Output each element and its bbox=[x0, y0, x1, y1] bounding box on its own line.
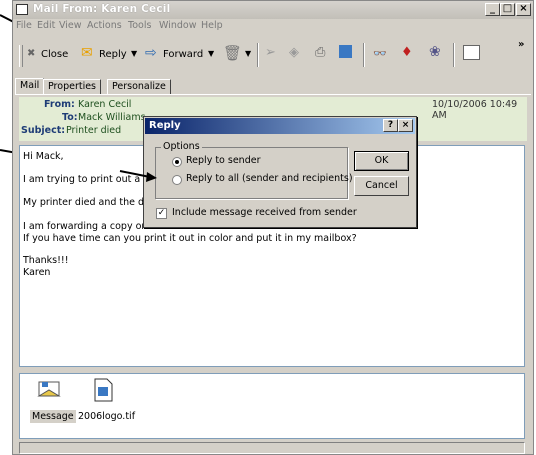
title-bar[interactable]: Mail From: Karen Cecil _ □ × bbox=[13, 1, 533, 19]
delete-dropdown-icon[interactable]: ▼ bbox=[245, 49, 251, 58]
toolbar-overflow-button[interactable]: » bbox=[518, 39, 524, 50]
save-icon[interactable] bbox=[339, 45, 352, 58]
toolbar-separator bbox=[453, 43, 455, 67]
tab-personalize[interactable]: Personalize bbox=[107, 79, 171, 95]
print-icon[interactable]: ⎙ bbox=[315, 45, 325, 60]
dialog-title-bar[interactable]: Reply ? × bbox=[145, 118, 415, 134]
glasses-icon[interactable]: 👓 bbox=[373, 47, 387, 60]
menu-tools[interactable]: Tools bbox=[128, 20, 151, 31]
mail-window-icon bbox=[16, 4, 28, 15]
close-button[interactable]: Close bbox=[41, 49, 68, 60]
body-line: If you have time can you print it out in… bbox=[23, 233, 357, 244]
forward-dropdown-icon[interactable]: ▼ bbox=[208, 49, 214, 58]
subject-label: Subject: bbox=[21, 125, 66, 136]
message-attachment-icon[interactable] bbox=[36, 380, 64, 402]
body-line: Karen bbox=[23, 267, 51, 278]
minimize-button[interactable]: _ bbox=[485, 3, 500, 16]
dialog-close-button[interactable]: × bbox=[398, 119, 413, 132]
from-label: From: bbox=[44, 99, 75, 110]
reply-dialog: Reply ? × Options Reply to sender Reply … bbox=[143, 116, 417, 228]
toolbar-grip bbox=[19, 45, 23, 67]
maximize-button[interactable]: □ bbox=[500, 3, 515, 16]
menu-actions[interactable]: Actions bbox=[87, 20, 122, 31]
window-title: Mail From: Karen Cecil bbox=[33, 3, 171, 15]
tab-mail[interactable]: Mail bbox=[15, 78, 45, 95]
next-message-icon[interactable]: ➢ bbox=[265, 45, 276, 60]
cancel-button[interactable]: Cancel bbox=[354, 176, 409, 196]
radio-selected-dot bbox=[175, 160, 179, 164]
body-line: I am forwarding a copy on t bbox=[23, 221, 155, 232]
status-bar bbox=[19, 442, 525, 454]
menu-file[interactable]: File bbox=[16, 20, 32, 31]
reply-to-all-radio[interactable] bbox=[172, 175, 182, 185]
properties-icon[interactable] bbox=[463, 45, 480, 60]
close-x-icon: ✖ bbox=[27, 48, 36, 59]
user-icon[interactable]: ❀ bbox=[429, 44, 441, 60]
menu-window[interactable]: Window bbox=[159, 20, 196, 31]
subject-value: Printer died bbox=[66, 125, 122, 136]
previous-message-icon[interactable]: ◈ bbox=[289, 45, 299, 60]
menu-help[interactable]: Help bbox=[201, 20, 223, 31]
body-line: Hi Mack, bbox=[23, 151, 64, 162]
menu-edit[interactable]: Edit bbox=[37, 20, 55, 31]
body-line: I am trying to print out a bbox=[23, 174, 144, 185]
logo-attachment[interactable]: 2006logo.tif bbox=[78, 411, 135, 422]
toolbar: ✖ Close ✉ Reply ▼ ⇨ Forward ▼ 🗑 ▼ ➢ ◈ ⎙ … bbox=[13, 35, 533, 73]
delete-icon[interactable]: 🗑 bbox=[223, 44, 242, 62]
close-window-button[interactable]: × bbox=[516, 3, 531, 16]
image-file-icon[interactable] bbox=[92, 378, 114, 402]
message-attachment[interactable]: Message bbox=[30, 410, 76, 423]
from-value: Karen Cecil bbox=[78, 99, 132, 110]
include-message-label[interactable]: Include message received from sender bbox=[172, 207, 357, 218]
attachments-pane: Message 2006logo.tif bbox=[19, 373, 525, 439]
forward-icon: ⇨ bbox=[145, 45, 157, 61]
toolbar-separator bbox=[257, 43, 259, 67]
dialog-title: Reply bbox=[149, 120, 181, 131]
options-group-label: Options bbox=[161, 141, 202, 152]
message-date: 10/10/2006 10:49 AM bbox=[432, 99, 518, 121]
include-message-checkbox[interactable]: ✓ bbox=[156, 208, 167, 219]
tab-properties[interactable]: Properties bbox=[43, 79, 102, 95]
forward-button[interactable]: Forward bbox=[163, 49, 203, 60]
to-label: To: bbox=[62, 112, 78, 123]
reply-icon: ✉ bbox=[81, 45, 93, 61]
body-line: Thanks!!! bbox=[23, 255, 69, 266]
reply-to-sender-radio[interactable] bbox=[172, 157, 182, 167]
menu-view[interactable]: View bbox=[59, 20, 82, 31]
to-value: Mack Williams bbox=[78, 112, 146, 123]
reply-dropdown-icon[interactable]: ▼ bbox=[131, 49, 137, 58]
dialog-help-button[interactable]: ? bbox=[383, 119, 398, 132]
address-book-icon[interactable]: ♦ bbox=[401, 45, 413, 60]
reply-button[interactable]: Reply bbox=[99, 49, 127, 60]
body-line: My printer died and the dep bbox=[23, 197, 156, 208]
reply-to-sender-label[interactable]: Reply to sender bbox=[186, 155, 260, 166]
ok-button[interactable]: OK bbox=[354, 151, 409, 171]
reply-to-all-label[interactable]: Reply to all (sender and recipients) bbox=[186, 173, 353, 184]
menu-bar: File Edit View Actions Tools Window Help bbox=[13, 19, 533, 34]
toolbar-separator bbox=[363, 43, 365, 67]
